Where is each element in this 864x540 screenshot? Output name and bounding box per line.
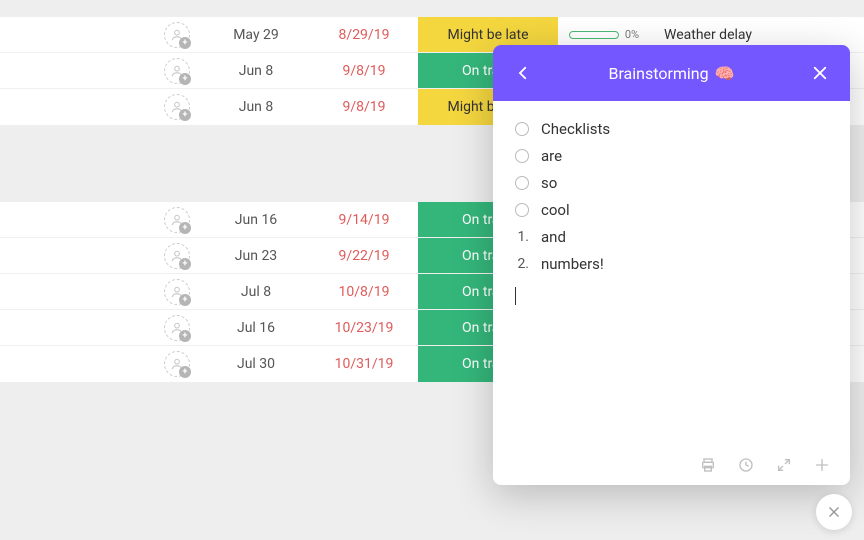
deadline-cell[interactable]: 9/14/19 xyxy=(310,212,418,228)
assignee-cell[interactable]: + xyxy=(0,315,202,341)
checklist-label: cool xyxy=(541,201,570,219)
back-button[interactable] xyxy=(511,61,535,85)
date-cell[interactable]: Jun 8 xyxy=(202,99,310,115)
panel-header: Brainstorming 🧠 xyxy=(493,45,850,101)
plus-icon: + xyxy=(179,37,191,49)
checkbox-icon[interactable] xyxy=(515,149,529,163)
panel-title-text: Brainstorming xyxy=(608,64,708,83)
history-icon xyxy=(738,457,754,473)
brainstorming-panel: Brainstorming 🧠 Checklists are so cool 1… xyxy=(493,45,850,485)
checkbox-icon[interactable] xyxy=(515,203,529,217)
print-button[interactable] xyxy=(700,457,716,473)
print-icon xyxy=(700,457,716,473)
numbered-label: and xyxy=(541,228,566,246)
expand-icon xyxy=(776,457,792,473)
assignee-avatar-placeholder[interactable]: + xyxy=(164,243,190,269)
panel-footer xyxy=(493,445,850,485)
number-marker: 1. xyxy=(515,229,529,245)
numbered-item[interactable]: 2. numbers! xyxy=(515,250,828,277)
date-cell[interactable]: Jun 23 xyxy=(202,248,310,264)
plus-icon: + xyxy=(179,366,191,378)
plus-icon xyxy=(814,457,830,473)
chevron-left-icon xyxy=(514,64,532,82)
floating-close-button[interactable] xyxy=(816,494,852,530)
deadline-cell[interactable]: 10/8/19 xyxy=(310,284,418,300)
date-cell[interactable]: Jun 8 xyxy=(202,63,310,79)
panel-title: Brainstorming 🧠 xyxy=(608,64,734,83)
assignee-avatar-placeholder[interactable]: + xyxy=(164,22,190,48)
text-cursor xyxy=(515,287,516,305)
deadline-cell[interactable]: 9/8/19 xyxy=(310,99,418,115)
assignee-avatar-placeholder[interactable]: + xyxy=(164,94,190,120)
plus-icon: + xyxy=(179,294,191,306)
assignee-avatar-placeholder[interactable]: + xyxy=(164,315,190,341)
history-button[interactable] xyxy=(738,457,754,473)
assignee-avatar-placeholder[interactable]: + xyxy=(164,351,190,377)
assignee-cell[interactable]: + xyxy=(0,22,202,48)
close-icon xyxy=(811,64,829,82)
assignee-cell[interactable]: + xyxy=(0,207,202,233)
expand-button[interactable] xyxy=(776,457,792,473)
plus-icon: + xyxy=(179,109,191,121)
deadline-cell[interactable]: 9/22/19 xyxy=(310,248,418,264)
checklist-item[interactable]: Checklists xyxy=(515,115,828,142)
date-cell[interactable]: Jul 8 xyxy=(202,284,310,300)
note-cell[interactable]: Weather delay xyxy=(650,27,864,43)
assignee-cell[interactable]: + xyxy=(0,243,202,269)
assignee-avatar-placeholder[interactable]: + xyxy=(164,207,190,233)
deadline-cell[interactable]: 10/23/19 xyxy=(310,320,418,336)
numbered-label: numbers! xyxy=(541,255,604,273)
assignee-cell[interactable]: + xyxy=(0,94,202,120)
assignee-cell[interactable]: + xyxy=(0,279,202,305)
close-icon xyxy=(827,505,841,519)
numbered-item[interactable]: 1. and xyxy=(515,223,828,250)
checklist-item[interactable]: cool xyxy=(515,196,828,223)
assignee-cell[interactable]: + xyxy=(0,351,202,377)
deadline-cell[interactable]: 10/31/19 xyxy=(310,356,418,372)
deadline-cell[interactable]: 9/8/19 xyxy=(310,63,418,79)
checkbox-icon[interactable] xyxy=(515,176,529,190)
deadline-cell[interactable]: 8/29/19 xyxy=(310,27,418,43)
assignee-avatar-placeholder[interactable]: + xyxy=(164,58,190,84)
date-cell[interactable]: May 29 xyxy=(202,27,310,43)
plus-icon: + xyxy=(179,222,191,234)
checklist-label: are xyxy=(541,147,562,165)
plus-icon: + xyxy=(179,330,191,342)
panel-title-emoji: 🧠 xyxy=(715,64,735,83)
add-button[interactable] xyxy=(814,457,830,473)
checklist-label: so xyxy=(541,174,557,192)
close-panel-button[interactable] xyxy=(808,61,832,85)
plus-icon: + xyxy=(179,73,191,85)
checklist-item[interactable]: so xyxy=(515,169,828,196)
assignee-avatar-placeholder[interactable]: + xyxy=(164,279,190,305)
progress-value: 0% xyxy=(625,28,639,41)
progress-cell[interactable]: 0% xyxy=(558,28,650,41)
plus-icon: + xyxy=(179,258,191,270)
panel-body[interactable]: Checklists are so cool 1. and 2. numbers… xyxy=(493,101,850,445)
number-marker: 2. xyxy=(515,256,529,272)
progress-bar xyxy=(569,31,619,39)
date-cell[interactable]: Jul 30 xyxy=(202,356,310,372)
checklist-label: Checklists xyxy=(541,120,610,138)
checklist-item[interactable]: are xyxy=(515,142,828,169)
assignee-cell[interactable]: + xyxy=(0,58,202,84)
date-cell[interactable]: Jul 16 xyxy=(202,320,310,336)
date-cell[interactable]: Jun 16 xyxy=(202,212,310,228)
checkbox-icon[interactable] xyxy=(515,122,529,136)
